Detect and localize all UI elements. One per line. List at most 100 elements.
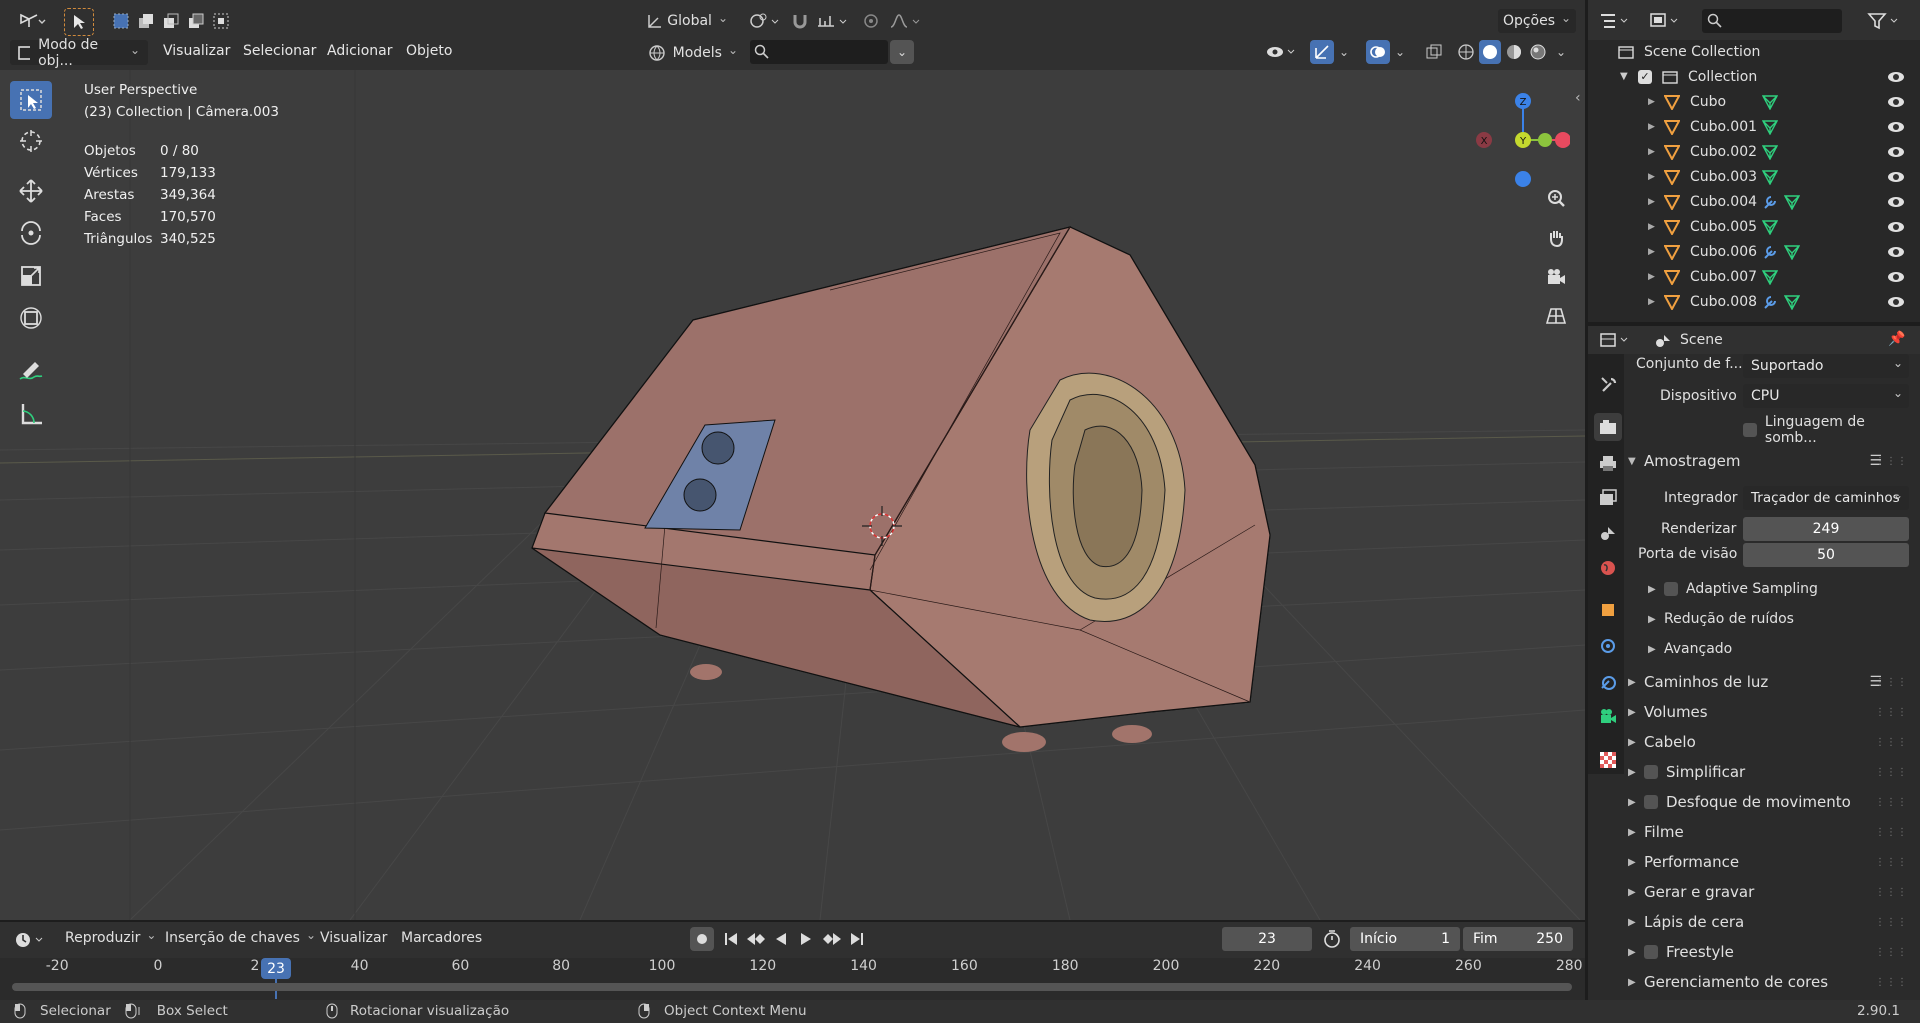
pivot-point-button[interactable] [745, 9, 785, 33]
current-frame-field[interactable]: 23 [1222, 927, 1312, 951]
tool-scale[interactable] [10, 257, 52, 295]
panel-header[interactable]: ▶ Lápis de cera ⋮⋮⋮ [1628, 908, 1918, 936]
tab-scene[interactable] [1594, 519, 1622, 547]
camera-view-button[interactable] [1541, 262, 1571, 292]
eye-icon[interactable] [1888, 246, 1904, 257]
tab-output[interactable] [1594, 449, 1622, 477]
gizmo-options-button[interactable]: ⌄ [1335, 40, 1353, 64]
3d-viewport[interactable]: User Perspective (23) Collection | Câmer… [0, 70, 1585, 920]
osl-checkbox-row[interactable]: Linguagem de somb... [1743, 414, 1920, 446]
outliner-filter-button[interactable] [1862, 8, 1906, 34]
adaptive-sampling-checkbox[interactable] [1664, 582, 1678, 596]
sampling-panel-header[interactable]: ▼ Amostragem ☰ ⋮⋮⋮ [1628, 448, 1918, 474]
pan-button[interactable] [1541, 223, 1571, 253]
panel-checkbox[interactable] [1644, 945, 1658, 959]
frame-start-field[interactable]: Início 1 [1350, 927, 1460, 951]
perspective-toggle-button[interactable] [1541, 301, 1571, 331]
pin-icon[interactable]: 📌 [1888, 331, 1905, 347]
shading-rendered-button[interactable] [1527, 40, 1549, 64]
frame-end-field[interactable]: Fim 250 [1463, 927, 1573, 951]
drag-handle-icon[interactable]: ⋮⋮⋮ [1875, 456, 1908, 467]
panel-checkbox[interactable] [1644, 795, 1658, 809]
panel-header[interactable]: ▶ Performance ⋮⋮⋮ [1628, 848, 1918, 876]
eye-icon[interactable] [1888, 221, 1904, 232]
render-samples-field[interactable]: 249 [1743, 517, 1909, 541]
panel-header[interactable]: ▶ Volumes ⋮⋮⋮ [1628, 698, 1918, 726]
outliner-item[interactable]: ▶ Cubo.002 [1588, 139, 1918, 164]
outliner-item[interactable]: ▶ Cubo.007 [1588, 264, 1918, 289]
tab-view-layer[interactable] [1594, 484, 1622, 512]
xray-toggle-button[interactable] [1422, 40, 1446, 64]
overlays-options-button[interactable]: ⌄ [1391, 40, 1409, 64]
drag-handle-icon[interactable]: ⋮⋮⋮ [1875, 887, 1908, 898]
search-options-button[interactable]: ⌄ [890, 40, 914, 64]
tool-rotate[interactable] [10, 214, 52, 252]
panel-header[interactable]: ▶ Filme ⋮⋮⋮ [1628, 818, 1918, 846]
record-button[interactable] [690, 927, 714, 951]
overlays-toggle-button[interactable] [1366, 40, 1390, 64]
subpanel-advanced[interactable]: ▶ Avançado [1648, 641, 1732, 657]
snap-toggle-button[interactable] [789, 9, 811, 33]
tool-cursor[interactable] [10, 122, 52, 160]
collection-checkbox[interactable]: ✓ [1638, 69, 1652, 84]
eye-icon[interactable] [1888, 71, 1904, 82]
next-keyframe-button[interactable] [820, 927, 844, 951]
outliner-item[interactable]: ▶ Cubo [1588, 89, 1918, 114]
menu-timeline-view[interactable]: Visualizar [320, 930, 387, 946]
outliner-editor-type-button[interactable] [1596, 8, 1636, 34]
toolbar-collapse-arrow[interactable]: ‹ [1575, 90, 1581, 106]
collapse-arrow-icon[interactable]: ▶ [1648, 122, 1660, 132]
collapse-arrow-icon[interactable]: ▶ [1648, 297, 1660, 307]
eye-icon[interactable] [1888, 146, 1904, 157]
eye-icon[interactable] [1888, 271, 1904, 282]
tab-texture[interactable] [1594, 746, 1622, 774]
osl-checkbox[interactable] [1743, 423, 1757, 437]
collapse-arrow-icon[interactable]: ▶ [1648, 222, 1660, 232]
jump-end-button[interactable] [846, 927, 868, 951]
falloff-button[interactable] [886, 9, 926, 33]
outliner-scene-collection[interactable]: Scene Collection [1588, 39, 1918, 64]
select-mode-subtract-button[interactable] [160, 10, 182, 32]
panel-header[interactable]: ▶ Caminhos de luz ☰ ⋮⋮⋮ [1628, 668, 1918, 696]
tool-transform[interactable] [10, 299, 52, 337]
subpanel-adaptive-sampling[interactable]: ▶ Adaptive Sampling [1648, 581, 1818, 597]
tab-object[interactable] [1594, 596, 1622, 624]
interaction-mode-dropdown[interactable]: Modo de obj... [10, 37, 148, 69]
gizmo-toggle-button[interactable] [1310, 40, 1334, 64]
drag-handle-icon[interactable]: ⋮⋮⋮ [1875, 677, 1908, 688]
options-dropdown[interactable]: Opções [1498, 9, 1576, 33]
collection-filter-dropdown[interactable]: Models [640, 40, 746, 65]
panel-header[interactable]: ▶ Freestyle ⋮⋮⋮ [1628, 938, 1918, 966]
viewport-search-input[interactable] [750, 40, 888, 64]
properties-editor-type-button[interactable] [1596, 328, 1636, 352]
tab-constraints[interactable] [1594, 668, 1622, 696]
panel-checkbox[interactable] [1644, 765, 1658, 779]
eye-icon[interactable] [1888, 196, 1904, 207]
panel-header[interactable]: ▶ Simplificar ⋮⋮⋮ [1628, 758, 1918, 786]
transform-orientation-dropdown[interactable]: Global [638, 9, 736, 33]
select-mode-invert-button[interactable] [185, 10, 207, 32]
eye-icon[interactable] [1888, 171, 1904, 182]
drag-handle-icon[interactable]: ⋮⋮⋮ [1875, 767, 1908, 778]
menu-view[interactable]: Visualizar [163, 43, 230, 59]
menu-object[interactable]: Objeto [406, 43, 452, 59]
shading-material-button[interactable] [1503, 40, 1525, 64]
object-visibility-button[interactable] [1264, 40, 1300, 64]
collapse-arrow-icon[interactable]: ▶ [1648, 272, 1660, 282]
drag-handle-icon[interactable]: ⋮⋮⋮ [1875, 797, 1908, 808]
collapse-arrow-icon[interactable]: ▶ [1648, 197, 1660, 207]
integrator-dropdown[interactable]: Traçador de caminhos [1743, 486, 1909, 510]
outliner-item[interactable]: ▶ Cubo.006 [1588, 239, 1918, 264]
feature-set-dropdown[interactable]: Suportado [1743, 354, 1909, 378]
shading-solid-button[interactable] [1479, 40, 1501, 64]
select-mode-set-button[interactable] [110, 10, 132, 32]
outliner-item[interactable]: ▶ Cubo.001 [1588, 114, 1918, 139]
menu-select[interactable]: Selecionar [243, 43, 316, 59]
menu-markers[interactable]: Marcadores [401, 930, 482, 946]
menu-keying[interactable]: Inserção de chaves [165, 930, 316, 946]
tab-data[interactable] [1594, 703, 1622, 731]
play-button[interactable] [795, 927, 817, 951]
select-mode-extend-button[interactable] [135, 10, 157, 32]
collapse-arrow-icon[interactable]: ▶ [1648, 147, 1660, 157]
subpanel-denoising[interactable]: ▶ Redução de ruídos [1648, 611, 1794, 627]
